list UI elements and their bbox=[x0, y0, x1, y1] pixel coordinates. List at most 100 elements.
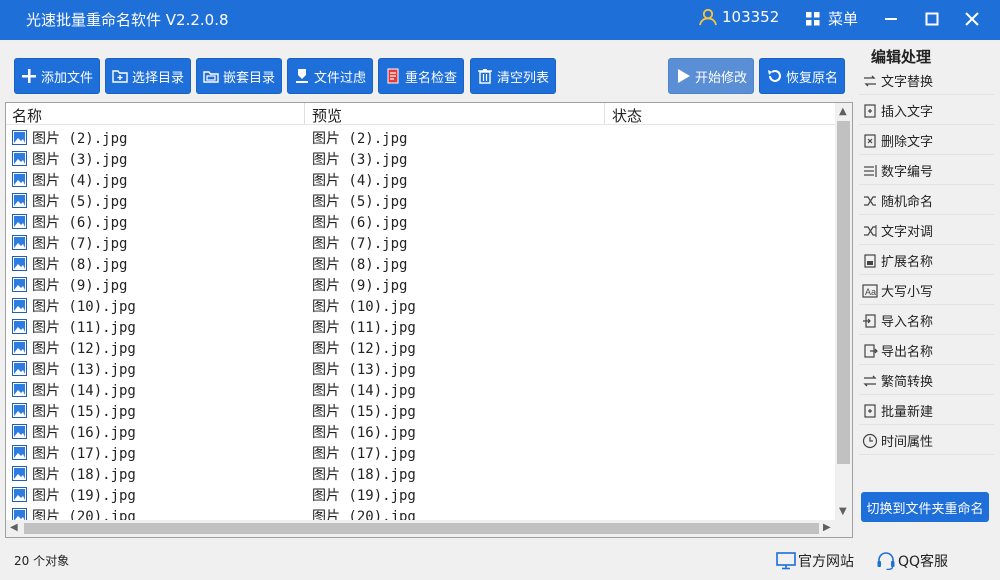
side-item-replace[interactable]: 文字替换 bbox=[859, 67, 994, 95]
column-header-name[interactable]: 名称 bbox=[12, 105, 42, 126]
table-row[interactable]: 图片 (9).jpg 图片 (9).jpg bbox=[6, 274, 836, 295]
table-row[interactable]: 图片 (5).jpg 图片 (5).jpg bbox=[6, 190, 836, 211]
duplicate-check-icon bbox=[387, 68, 399, 84]
side-item-clock[interactable]: 时间属性 bbox=[859, 427, 994, 455]
menu-button[interactable]: 菜单 bbox=[806, 8, 858, 29]
scroll-right-arrow-icon[interactable]: ▶ bbox=[823, 522, 831, 533]
user-account[interactable]: 103352 bbox=[698, 8, 779, 26]
side-item-label: 导入名称 bbox=[881, 315, 934, 330]
official-website-label: 官方网站 bbox=[798, 554, 854, 570]
clear-list-label: 清空列表 bbox=[496, 70, 549, 86]
table-row[interactable]: 图片 (19).jpg 图片 (19).jpg bbox=[6, 484, 836, 505]
file-list[interactable]: 名称 预览 状态 图片 (2).jpg 图片 (2).jpg 图片 (3).jpg 图… bbox=[5, 102, 853, 538]
batch-new-icon bbox=[864, 403, 876, 418]
select-directory-button[interactable]: 选择目录 bbox=[105, 58, 191, 94]
minimize-button[interactable] bbox=[877, 6, 905, 32]
column-header-status[interactable]: 状态 bbox=[612, 105, 642, 126]
side-item-insert-text[interactable]: 插入文字 bbox=[859, 97, 994, 125]
table-row[interactable]: 图片 (17).jpg 图片 (17).jpg bbox=[6, 442, 836, 463]
side-item-extension[interactable]: 扩展名称 bbox=[859, 247, 994, 275]
file-preview-name: 图片 (12).jpg bbox=[312, 341, 416, 357]
table-row[interactable]: 图片 (11).jpg 图片 (11).jpg bbox=[6, 316, 836, 337]
column-header-preview[interactable]: 预览 bbox=[312, 105, 342, 126]
file-name: 图片 (16).jpg bbox=[32, 425, 136, 441]
horizontal-scroll-thumb[interactable] bbox=[24, 523, 819, 534]
file-preview-name: 图片 (6).jpg bbox=[312, 215, 408, 231]
file-preview-name: 图片 (4).jpg bbox=[312, 173, 408, 189]
file-preview-name: 图片 (16).jpg bbox=[312, 425, 416, 441]
side-item-convert[interactable]: 繁简转换 bbox=[859, 367, 994, 395]
column-divider[interactable] bbox=[304, 103, 305, 125]
image-file-icon bbox=[12, 172, 27, 187]
image-file-icon bbox=[12, 487, 27, 502]
scroll-down-arrow-icon[interactable]: ▼ bbox=[839, 506, 847, 517]
image-file-icon bbox=[12, 193, 27, 208]
table-row[interactable]: 图片 (13).jpg 图片 (13).jpg bbox=[6, 358, 836, 379]
image-file-icon bbox=[12, 235, 27, 250]
side-item-label: 文字对调 bbox=[881, 225, 934, 240]
image-file-icon bbox=[12, 214, 27, 229]
side-item-numbering[interactable]: 数字编号 bbox=[859, 157, 994, 185]
table-row[interactable]: 图片 (3).jpg 图片 (3).jpg bbox=[6, 148, 836, 169]
table-row[interactable]: 图片 (10).jpg 图片 (10).jpg bbox=[6, 295, 836, 316]
switch-to-folder-rename-button[interactable]: 切换到文件夹重命名 bbox=[861, 492, 989, 522]
case-icon: Aa bbox=[862, 283, 878, 298]
scroll-up-arrow-icon[interactable]: ▲ bbox=[839, 106, 847, 117]
table-row[interactable]: 图片 (7).jpg 图片 (7).jpg bbox=[6, 232, 836, 253]
add-file-button[interactable]: 添加文件 bbox=[14, 58, 100, 94]
file-preview-name: 图片 (15).jpg bbox=[312, 404, 416, 420]
side-item-delete-text[interactable]: 删除文字 bbox=[859, 127, 994, 155]
close-button[interactable] bbox=[958, 6, 986, 32]
clear-list-button[interactable]: 清空列表 bbox=[470, 58, 556, 94]
table-row[interactable]: 图片 (4).jpg 图片 (4).jpg bbox=[6, 169, 836, 190]
table-row[interactable]: 图片 (12).jpg 图片 (12).jpg bbox=[6, 337, 836, 358]
table-row[interactable]: 图片 (6).jpg 图片 (6).jpg bbox=[6, 211, 836, 232]
horizontal-scrollbar[interactable]: ◀ ▶ bbox=[6, 520, 852, 537]
side-item-label: 插入文字 bbox=[881, 105, 934, 120]
table-row[interactable]: 图片 (2).jpg 图片 (2).jpg bbox=[6, 127, 836, 148]
image-file-icon bbox=[12, 319, 27, 334]
file-filter-button[interactable]: 文件过虑 bbox=[287, 58, 373, 94]
undo-icon bbox=[767, 70, 781, 82]
vertical-scrollbar[interactable]: ▲ ▼ bbox=[835, 103, 852, 521]
side-item-import[interactable]: 导入名称 bbox=[859, 307, 994, 335]
side-item-swap-text[interactable]: 文字对调 bbox=[859, 217, 994, 245]
table-row[interactable]: 图片 (8).jpg 图片 (8).jpg bbox=[6, 253, 836, 274]
user-icon bbox=[699, 8, 717, 26]
image-file-icon bbox=[12, 382, 27, 397]
vertical-scroll-thumb[interactable] bbox=[837, 121, 850, 464]
official-website-link[interactable]: 官方网站 bbox=[776, 551, 854, 571]
side-item-shuffle[interactable]: 随机命名 bbox=[859, 187, 994, 215]
column-divider[interactable] bbox=[604, 103, 605, 125]
image-file-icon bbox=[12, 424, 27, 439]
table-row[interactable]: 图片 (15).jpg 图片 (15).jpg bbox=[6, 400, 836, 421]
replace-icon bbox=[864, 75, 876, 86]
side-item-label: 文字替换 bbox=[881, 75, 934, 90]
nested-directory-button[interactable]: 嵌套目录 bbox=[196, 58, 282, 94]
file-name: 图片 (3).jpg bbox=[32, 152, 128, 168]
start-modify-button[interactable]: 开始修改 bbox=[668, 58, 754, 94]
file-filter-label: 文件过虑 bbox=[313, 70, 366, 86]
file-preview-name: 图片 (8).jpg bbox=[312, 257, 408, 273]
headset-icon bbox=[877, 552, 895, 570]
table-row[interactable]: 图片 (18).jpg 图片 (18).jpg bbox=[6, 463, 836, 484]
qq-support-link[interactable]: QQ客服 bbox=[876, 551, 948, 571]
file-name: 图片 (17).jpg bbox=[32, 446, 136, 462]
maximize-button[interactable] bbox=[918, 6, 946, 32]
side-item-export[interactable]: 导出名称 bbox=[859, 337, 994, 365]
side-item-case[interactable]: Aa 大写小写 bbox=[859, 277, 994, 305]
maximize-icon bbox=[925, 12, 939, 26]
file-name: 图片 (5).jpg bbox=[32, 194, 128, 210]
edit-panel-title: 编辑处理 bbox=[871, 48, 932, 66]
side-item-batch-new[interactable]: 批量新建 bbox=[859, 397, 994, 425]
select-directory-label: 选择目录 bbox=[131, 70, 184, 86]
scroll-left-arrow-icon[interactable]: ◀ bbox=[10, 522, 18, 533]
duplicate-check-button[interactable]: 重名检查 bbox=[378, 58, 464, 94]
table-row[interactable]: 图片 (14).jpg 图片 (14).jpg bbox=[6, 379, 836, 400]
table-row[interactable]: 图片 (16).jpg 图片 (16).jpg bbox=[6, 421, 836, 442]
restore-name-button[interactable]: 恢复原名 bbox=[759, 58, 845, 94]
file-name: 图片 (13).jpg bbox=[32, 362, 136, 378]
side-item-label: 扩展名称 bbox=[881, 255, 934, 270]
file-name: 图片 (15).jpg bbox=[32, 404, 136, 420]
swap-text-icon bbox=[864, 224, 877, 237]
